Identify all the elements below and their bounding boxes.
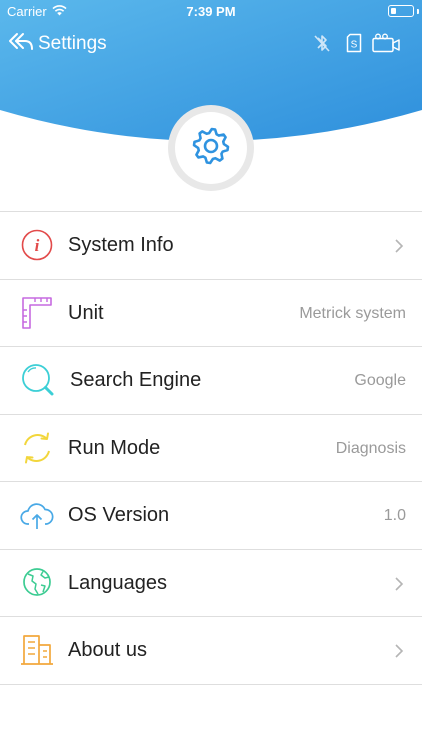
menu-value-os-version: 1.0: [383, 507, 406, 524]
menu-value-run-mode: Diagnosis: [335, 439, 406, 457]
chevron-right-icon: [394, 643, 404, 664]
svg-text:S: S: [351, 40, 358, 51]
sd-card-icon[interactable]: S: [345, 33, 363, 58]
gear-icon: [189, 124, 233, 173]
menu-label-run-mode: Run Mode: [68, 436, 161, 459]
menu-row-os-version[interactable]: OS Version 1.0: [0, 482, 422, 550]
settings-badge: [168, 105, 254, 191]
chevron-right-icon: [394, 576, 404, 597]
menu-label-os-version: OS Version: [68, 504, 170, 526]
menu-value-unit: Metrick system: [299, 304, 406, 322]
back-arrow-icon: [8, 31, 34, 58]
building-icon: [19, 632, 55, 668]
info-icon: i: [19, 227, 55, 263]
menu-label-search-engine: Search Engine: [70, 369, 202, 391]
status-bar: Carrier 7:39 PM: [0, 0, 422, 22]
bluetooth-off-icon[interactable]: [313, 33, 331, 58]
menu-label-unit: Unit: [68, 301, 104, 324]
back-button[interactable]: Settings: [8, 29, 107, 59]
cloud-upload-icon: [19, 497, 55, 533]
menu-row-languages[interactable]: Languages: [0, 550, 422, 617]
camera-icon[interactable]: [372, 33, 400, 58]
menu-row-unit[interactable]: Unit Metrick system: [0, 280, 422, 347]
settings-menu: i System Info Unit Metrick system Search…: [0, 211, 422, 685]
menu-value-search-engine: Google: [354, 372, 406, 389]
status-time: 7:39 PM: [186, 4, 236, 19]
magnifier-icon: [19, 362, 55, 398]
chevron-right-icon: [394, 238, 404, 259]
svg-text:i: i: [35, 236, 40, 255]
battery-icon: [388, 5, 414, 17]
menu-row-about-us[interactable]: About us: [0, 617, 422, 685]
menu-label-about-us: About us: [68, 639, 147, 661]
back-label: Settings: [38, 33, 107, 54]
menu-row-system-info[interactable]: i System Info: [0, 212, 422, 280]
menu-label-system-info: System Info: [68, 234, 174, 256]
navigation-bar: Settings S: [0, 24, 422, 64]
menu-row-run-mode[interactable]: Run Mode Diagnosis: [0, 415, 422, 482]
menu-row-search-engine[interactable]: Search Engine Google: [0, 347, 422, 415]
menu-label-languages: Languages: [68, 571, 167, 594]
ruler-icon: [19, 295, 55, 331]
cycle-icon: [19, 430, 55, 466]
globe-icon: [19, 565, 55, 601]
